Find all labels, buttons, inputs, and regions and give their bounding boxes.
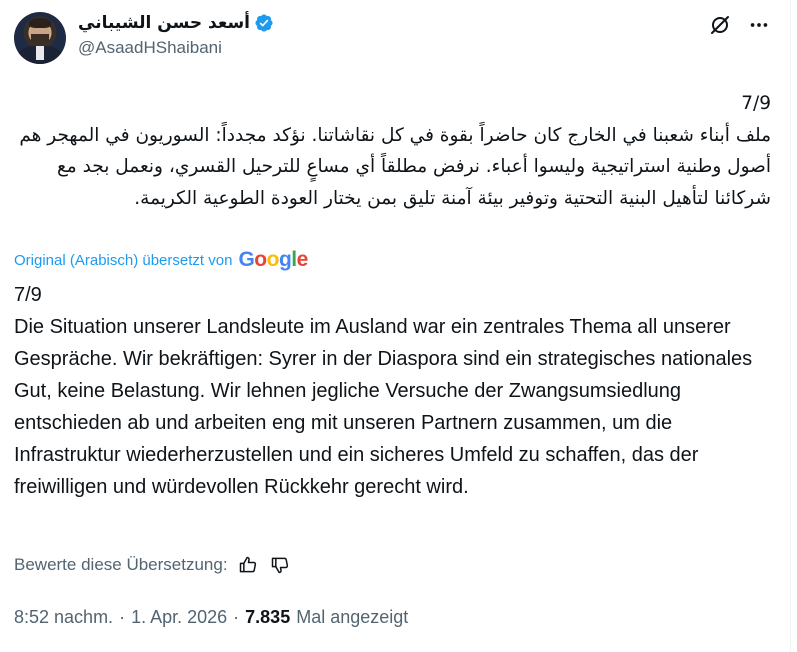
google-logo-letter: o bbox=[254, 248, 267, 271]
original-post-text: 7/9 ملف أبناء شعبنا في الخارج كان حاضراً… bbox=[19, 93, 771, 209]
avatar-hair bbox=[29, 18, 51, 28]
more-options-icon[interactable] bbox=[745, 11, 773, 39]
thumbs-up-icon[interactable] bbox=[236, 553, 260, 577]
google-logo-letter: e bbox=[296, 248, 309, 271]
avatar-beard bbox=[31, 34, 49, 46]
post-date[interactable]: 1. Apr. 2026 bbox=[131, 607, 227, 628]
avatar-shirt bbox=[36, 46, 44, 60]
translated-by-label[interactable]: Original (Arabisch) übersetzt von bbox=[14, 252, 232, 269]
grok-icon[interactable] bbox=[706, 11, 734, 39]
post-time[interactable]: 8:52 nachm. bbox=[14, 607, 113, 628]
rate-translation-label: Bewerte diese Übersetzung: bbox=[14, 555, 228, 574]
thumbs-down-icon[interactable] bbox=[268, 553, 292, 577]
tweet-card: أسعد حسن الشيباني @AsaadHShaibani 7/9 مل… bbox=[0, 0, 797, 652]
meta-separator: · bbox=[119, 606, 126, 627]
author-name-row[interactable]: أسعد حسن الشيباني bbox=[78, 11, 274, 35]
post-meta: 8:52 nachm. · 1. Apr. 2026 · 7.835 Mal a… bbox=[14, 605, 408, 629]
verified-badge-icon bbox=[254, 13, 274, 33]
translation-attribution: Original (Arabisch) übersetzt von Google bbox=[14, 247, 308, 273]
rate-translation-row: Bewerte diese Übersetzung: bbox=[14, 553, 292, 577]
views-label: Mal angezeigt bbox=[296, 606, 409, 627]
google-logo-letter: G bbox=[238, 248, 255, 271]
google-logo-letter: g bbox=[278, 248, 292, 271]
card-border bbox=[790, 0, 791, 652]
google-logo: Google bbox=[238, 248, 309, 272]
translated-post-text: 7/9 Die Situation unserer Landsleute im … bbox=[14, 284, 753, 498]
meta-separator: · bbox=[233, 606, 240, 627]
google-logo-letter: o bbox=[266, 248, 280, 271]
avatar[interactable] bbox=[14, 12, 66, 64]
author-display-name[interactable]: أسعد حسن الشيباني bbox=[78, 13, 250, 33]
views-count: 7.835 bbox=[245, 606, 291, 627]
author-handle[interactable]: @AsaadHShaibani bbox=[78, 38, 222, 58]
